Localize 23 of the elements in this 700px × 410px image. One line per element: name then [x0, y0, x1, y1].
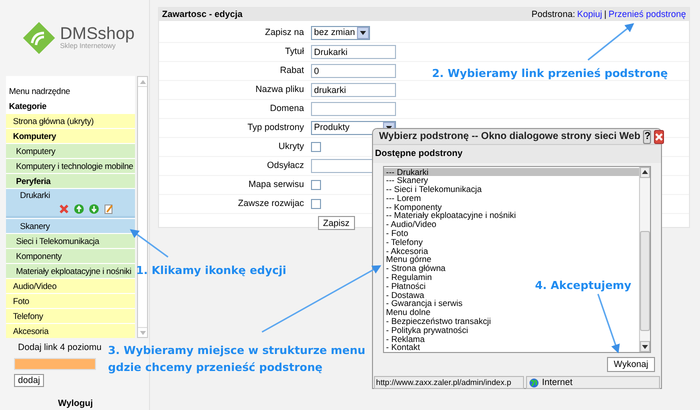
field-label: Rabat: [278, 64, 305, 78]
menu-item-label: Drukarki: [20, 190, 52, 200]
field-label: Nazwa pliku: [254, 83, 305, 96]
links-label: Podstrona:: [532, 8, 576, 21]
add-link-label: Dodaj link 4 poziomu: [18, 341, 102, 354]
field-label: Mapa serwisu: [247, 178, 305, 192]
link-separator: |: [604, 8, 606, 21]
logo-text: DMSshop: [60, 25, 135, 43]
list-heading: Dostępne podstrony: [373, 145, 661, 162]
annotation-text: 1. Klikamy ikonkę edycji: [136, 263, 286, 279]
field-label: Zapisz na: [264, 26, 305, 40]
field-label: Zawsze rozwijac: [236, 197, 305, 210]
annotation-text: 3. Wybieramy miejsce w strukturze menu gdzie chcemy przenieść podstronę: [108, 343, 366, 376]
field-label: Odsyłacz: [266, 159, 305, 172]
field-label: Tytuł: [284, 45, 305, 58]
field-label: Domena: [268, 102, 305, 116]
status-zone: Internet: [542, 376, 573, 389]
panel-title: Zawartosc - edycja: [162, 8, 243, 21]
status-url: http://www.zaxx.zaler.pl/admin/index.p: [374, 376, 524, 390]
annotation-text: 4. Akceptujemy: [535, 278, 632, 294]
field-label: Ukryty: [278, 140, 305, 154]
annotation-text: 2. Wybieramy link przenieś podstronę: [432, 66, 668, 82]
field-label: Typ podstrony: [246, 121, 305, 134]
